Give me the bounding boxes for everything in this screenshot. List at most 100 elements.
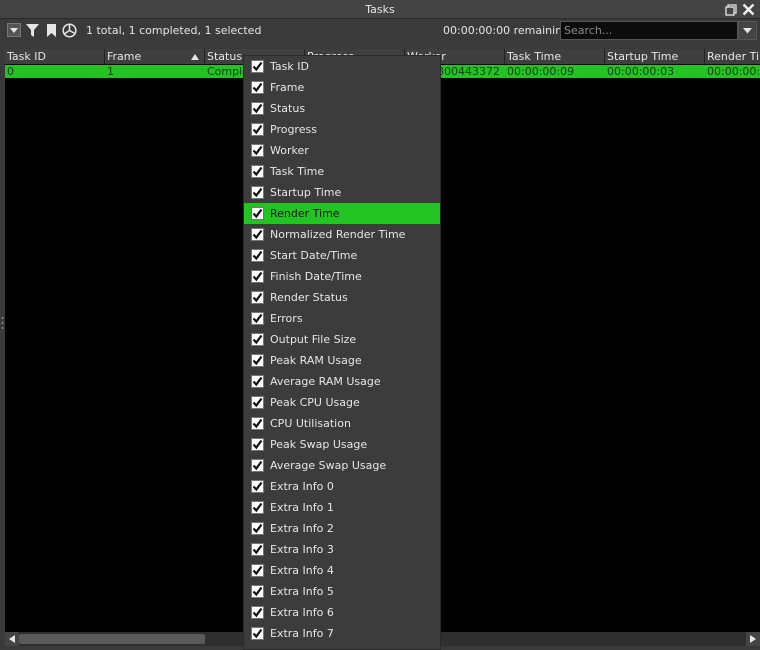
menu-item-extra-info-1[interactable]: Extra Info 1 xyxy=(244,497,440,518)
search-dropdown-button[interactable] xyxy=(738,21,757,40)
menu-item-output-file-size[interactable]: Output File Size xyxy=(244,329,440,350)
menu-item-extra-info-4[interactable]: Extra Info 4 xyxy=(244,560,440,581)
menu-item-average-ram-usage[interactable]: Average RAM Usage xyxy=(244,371,440,392)
checkmark-icon xyxy=(252,82,263,93)
close-icon[interactable] xyxy=(741,2,756,17)
menu-item-label: Extra Info 2 xyxy=(270,522,334,535)
menu-item-status[interactable]: Status xyxy=(244,98,440,119)
checkbox[interactable] xyxy=(251,501,264,514)
checkbox[interactable] xyxy=(251,60,264,73)
checkmark-icon xyxy=(252,61,263,72)
checkbox[interactable] xyxy=(251,207,264,220)
menu-item-task-id[interactable]: Task ID xyxy=(244,56,440,77)
menu-item-extra-info-7[interactable]: Extra Info 7 xyxy=(244,623,440,644)
menu-item-start-date-time[interactable]: Start Date/Time xyxy=(244,245,440,266)
checkbox[interactable] xyxy=(251,354,264,367)
menu-item-extra-info-2[interactable]: Extra Info 2 xyxy=(244,518,440,539)
checkbox[interactable] xyxy=(251,165,264,178)
checkbox[interactable] xyxy=(251,249,264,262)
checkmark-icon xyxy=(252,607,263,618)
scroll-left-button[interactable] xyxy=(5,632,19,646)
menu-item-peak-cpu-usage[interactable]: Peak CPU Usage xyxy=(244,392,440,413)
checkbox[interactable] xyxy=(251,312,264,325)
checkbox[interactable] xyxy=(251,81,264,94)
checkbox[interactable] xyxy=(251,144,264,157)
restore-window-icon[interactable] xyxy=(723,2,738,17)
menu-item-peak-swap-usage[interactable]: Peak Swap Usage xyxy=(244,434,440,455)
menu-item-label: Worker xyxy=(270,144,309,157)
checkbox[interactable] xyxy=(251,543,264,556)
checkbox[interactable] xyxy=(251,522,264,535)
checkmark-icon xyxy=(252,481,263,492)
checkbox[interactable] xyxy=(251,396,264,409)
title-bar: Tasks xyxy=(0,0,760,19)
filter-icon[interactable] xyxy=(24,22,40,38)
menu-item-label: Extra Info 4 xyxy=(270,564,334,577)
checkbox[interactable] xyxy=(251,333,264,346)
checkbox[interactable] xyxy=(251,186,264,199)
scroll-right-button[interactable] xyxy=(746,632,760,646)
menu-item-label: Output File Size xyxy=(270,333,357,346)
checkbox[interactable] xyxy=(251,480,264,493)
menu-item-label: Task Time xyxy=(270,165,325,178)
menu-item-label: Startup Time xyxy=(270,186,342,199)
cell-render-time: 00:00:00:0 xyxy=(707,65,760,78)
menu-item-render-time[interactable]: Render Time xyxy=(244,203,440,224)
checkbox[interactable] xyxy=(251,270,264,283)
checkbox[interactable] xyxy=(251,417,264,430)
checkbox[interactable] xyxy=(251,375,264,388)
bookmark-icon[interactable] xyxy=(43,22,59,38)
search-input[interactable] xyxy=(560,21,738,40)
column-header-label: Frame xyxy=(107,50,142,63)
menu-item-task-time[interactable]: Task Time xyxy=(244,161,440,182)
column-header-frame[interactable]: Frame xyxy=(105,49,205,64)
checkbox[interactable] xyxy=(251,228,264,241)
menu-item-peak-ram-usage[interactable]: Peak RAM Usage xyxy=(244,350,440,371)
cell-task-time: 00:00:00:09 xyxy=(507,65,575,78)
menu-item-normalized-render-time[interactable]: Normalized Render Time xyxy=(244,224,440,245)
menu-item-extra-info-3[interactable]: Extra Info 3 xyxy=(244,539,440,560)
column-header-task-time[interactable]: Task Time xyxy=(505,49,605,64)
menu-item-extra-info-6[interactable]: Extra Info 6 xyxy=(244,602,440,623)
menu-item-startup-time[interactable]: Startup Time xyxy=(244,182,440,203)
checkmark-icon xyxy=(252,145,263,156)
checkmark-icon xyxy=(252,229,263,240)
checkbox[interactable] xyxy=(251,564,264,577)
checkbox[interactable] xyxy=(251,627,264,640)
menu-item-average-swap-usage[interactable]: Average Swap Usage xyxy=(244,455,440,476)
menu-item-extra-info-0[interactable]: Extra Info 0 xyxy=(244,476,440,497)
column-header-task-id[interactable]: Task ID xyxy=(5,49,105,64)
time-remaining: 00:00:00:00 remaining xyxy=(443,24,570,37)
scrollbar-thumb[interactable] xyxy=(19,634,205,644)
checkmark-icon xyxy=(252,313,263,324)
checkmark-icon xyxy=(252,565,263,576)
checkbox[interactable] xyxy=(251,438,264,451)
menu-item-finish-date-time[interactable]: Finish Date/Time xyxy=(244,266,440,287)
checkmark-icon xyxy=(252,586,263,597)
cell-task-id: 0 xyxy=(7,65,14,78)
column-header-startup-time[interactable]: Startup Time xyxy=(605,49,705,64)
menu-item-render-status[interactable]: Render Status xyxy=(244,287,440,308)
menu-item-progress[interactable]: Progress xyxy=(244,119,440,140)
menu-item-errors[interactable]: Errors xyxy=(244,308,440,329)
menu-item-cpu-utilisation[interactable]: CPU Utilisation xyxy=(244,413,440,434)
checkmark-icon xyxy=(252,523,263,534)
checkbox[interactable] xyxy=(251,459,264,472)
menu-item-worker[interactable]: Worker xyxy=(244,140,440,161)
checkbox[interactable] xyxy=(251,606,264,619)
checkmark-icon xyxy=(252,397,263,408)
checkbox[interactable] xyxy=(251,123,264,136)
checkbox[interactable] xyxy=(251,291,264,304)
column-header-render-time[interactable]: Render Time xyxy=(705,49,760,64)
dropdown-arrow-icon[interactable] xyxy=(6,22,22,38)
pie-chart-icon[interactable] xyxy=(61,22,77,38)
menu-item-extra-info-5[interactable]: Extra Info 5 xyxy=(244,581,440,602)
menu-item-label: Finish Date/Time xyxy=(270,270,362,283)
menu-item-label: Peak RAM Usage xyxy=(270,354,362,367)
menu-item-label: Extra Info 7 xyxy=(270,627,334,640)
checkmark-icon xyxy=(252,271,263,282)
checkbox[interactable] xyxy=(251,102,264,115)
menu-item-frame[interactable]: Frame xyxy=(244,77,440,98)
checkbox[interactable] xyxy=(251,585,264,598)
window-title: Tasks xyxy=(365,3,395,16)
